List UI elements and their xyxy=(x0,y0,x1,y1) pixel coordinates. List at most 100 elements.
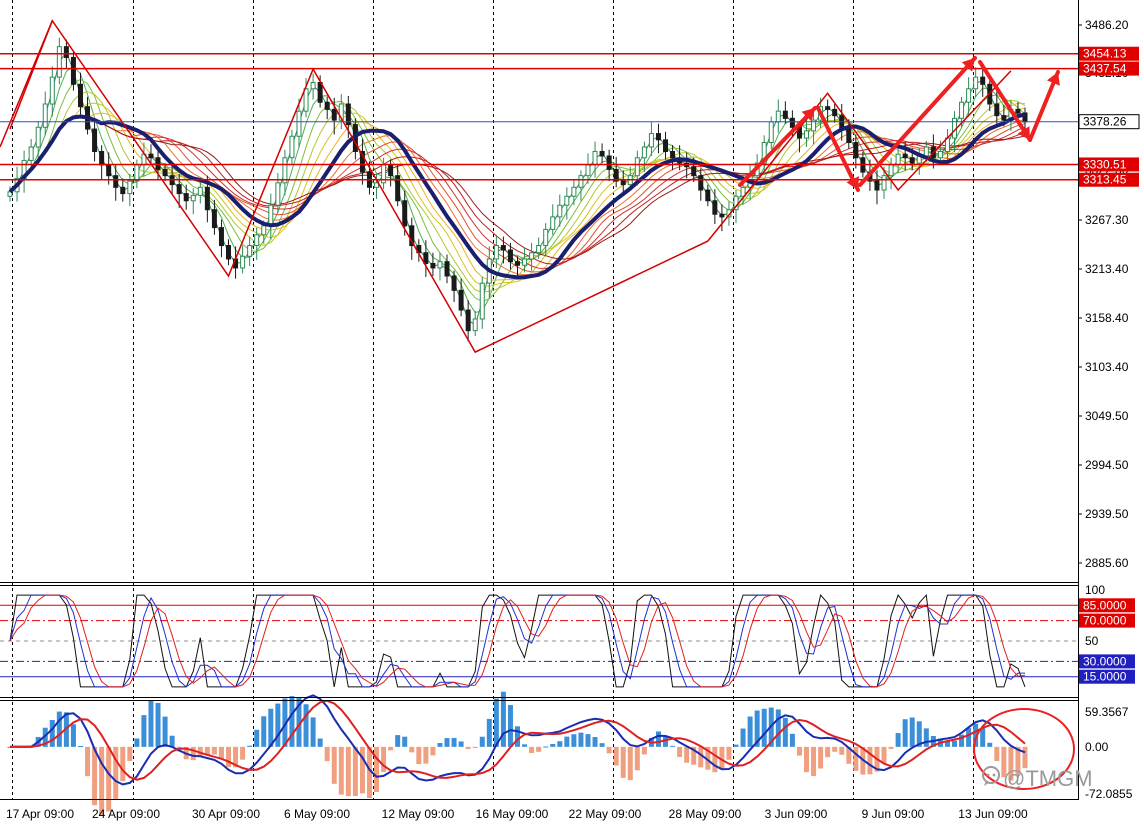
macd-histogram-bar xyxy=(902,719,908,747)
macd-histogram-bar xyxy=(92,746,98,806)
candle-body xyxy=(543,228,549,247)
macd-histogram-bar xyxy=(56,711,62,747)
candle-body xyxy=(458,289,464,311)
macd-histogram-bar xyxy=(240,746,246,760)
candle-body xyxy=(190,194,196,202)
macd-histogram-bar xyxy=(909,717,915,747)
price-level-tag-text: 3454.13 xyxy=(1083,47,1127,61)
candle-body xyxy=(507,249,513,263)
macd-histogram-bar xyxy=(740,728,746,747)
price-chart[interactable]: 3486.203432.103378.263322.303267.303213.… xyxy=(0,0,1144,825)
candle-body xyxy=(902,153,908,159)
macd-histogram-bar xyxy=(522,744,528,747)
candle-body xyxy=(113,175,119,188)
candle-body xyxy=(599,150,605,157)
oscillator-tick-label: 100 xyxy=(1085,583,1105,597)
candle-body xyxy=(296,110,302,137)
macd-histogram-bar xyxy=(550,743,556,747)
candle-body xyxy=(493,245,499,260)
candle-body xyxy=(317,82,323,103)
macd-histogram-bar xyxy=(627,746,633,781)
macd-histogram-bar xyxy=(684,746,690,763)
macd-histogram-bar xyxy=(169,735,175,747)
date-tick-label: 22 May 09:00 xyxy=(569,807,642,821)
macd-histogram-bar xyxy=(599,743,605,747)
macd-histogram-bar xyxy=(430,746,436,756)
oscillator-level-tag-text: 70.0000 xyxy=(1083,614,1127,628)
macd-histogram-bar xyxy=(663,736,669,747)
date-tick-label: 17 Apr 09:00 xyxy=(6,807,74,821)
candle-body xyxy=(515,261,520,266)
macd-histogram-bar xyxy=(620,746,626,778)
oscillator-level-tag-text: 85.0000 xyxy=(1083,598,1127,612)
macd-histogram-bar xyxy=(247,745,253,747)
candle-body xyxy=(980,76,986,85)
candle-body xyxy=(183,193,189,202)
candle-body xyxy=(63,46,69,58)
oscillator-level-tag-text: 15.0000 xyxy=(1083,670,1127,684)
candle-body xyxy=(148,153,154,159)
candle-body xyxy=(218,227,224,247)
macd-histogram-bar xyxy=(507,705,513,747)
macd-histogram-bar xyxy=(761,708,767,747)
macd-histogram-bar xyxy=(437,743,443,747)
candle-body xyxy=(803,130,809,139)
macd-histogram-bar xyxy=(536,746,542,752)
candle-body xyxy=(705,189,711,202)
price-level-tag-text: 3437.54 xyxy=(1083,62,1127,76)
price-tick-label: 2939.50 xyxy=(1085,507,1129,521)
macd-histogram-bar xyxy=(148,700,154,747)
macd-histogram-bar xyxy=(726,746,732,760)
candle-body xyxy=(500,245,506,251)
macd-histogram-bar xyxy=(261,716,267,747)
candle-body xyxy=(655,133,661,141)
macd-histogram-bar xyxy=(952,740,958,747)
candle-body xyxy=(28,146,34,161)
macd-histogram-bar xyxy=(190,746,196,761)
candle-body xyxy=(92,128,98,152)
candle-body xyxy=(162,168,168,177)
macd-histogram-bar xyxy=(444,738,450,747)
candle-body xyxy=(620,180,626,186)
macd-histogram-bar xyxy=(120,746,126,782)
macd-histogram-bar xyxy=(515,726,520,747)
macd-histogram-bar xyxy=(451,737,457,747)
macd-histogram-bar xyxy=(493,698,499,747)
macd-histogram-bar xyxy=(655,731,661,747)
macd-histogram-bar xyxy=(49,719,55,747)
candle-body xyxy=(825,106,831,110)
candle-body xyxy=(789,117,795,128)
candle-body xyxy=(606,155,612,170)
macd-histogram-bar xyxy=(923,728,929,747)
macd-histogram-bar xyxy=(881,746,887,763)
macd-histogram-bar xyxy=(578,732,584,747)
macd-histogram-bar xyxy=(811,746,817,777)
macd-histogram-bar xyxy=(747,716,753,747)
macd-histogram-bar xyxy=(381,746,387,772)
candle-body xyxy=(973,76,979,90)
macd-histogram-bar xyxy=(331,746,337,784)
candle-body xyxy=(846,128,852,144)
date-tick-label: 6 May 09:00 xyxy=(284,807,350,821)
price-tick-label: 3486.20 xyxy=(1085,18,1129,32)
watermark-text: @TMGM xyxy=(1003,766,1093,791)
candle-body xyxy=(522,258,528,266)
price-tick-label: 3267.30 xyxy=(1085,213,1129,227)
candle-body xyxy=(768,121,774,144)
macd-histogram-bar xyxy=(352,746,358,796)
macd-histogram-bar xyxy=(275,703,281,747)
macd-histogram-bar xyxy=(218,746,224,759)
date-tick-label: 30 Apr 09:00 xyxy=(192,807,260,821)
candle-body xyxy=(1015,108,1021,114)
macd-histogram-bar xyxy=(141,715,147,747)
candle-body xyxy=(923,146,929,157)
candle-body xyxy=(585,164,591,177)
candle-body xyxy=(1001,115,1007,121)
candle-body xyxy=(211,209,217,229)
macd-histogram-bar xyxy=(818,746,824,769)
macd-histogram-bar xyxy=(162,716,168,747)
price-tick-label: 2994.50 xyxy=(1085,458,1129,472)
macd-histogram-bar xyxy=(409,746,415,753)
candle-body xyxy=(106,164,112,177)
macd-tick-label: 59.3567 xyxy=(1085,705,1129,719)
